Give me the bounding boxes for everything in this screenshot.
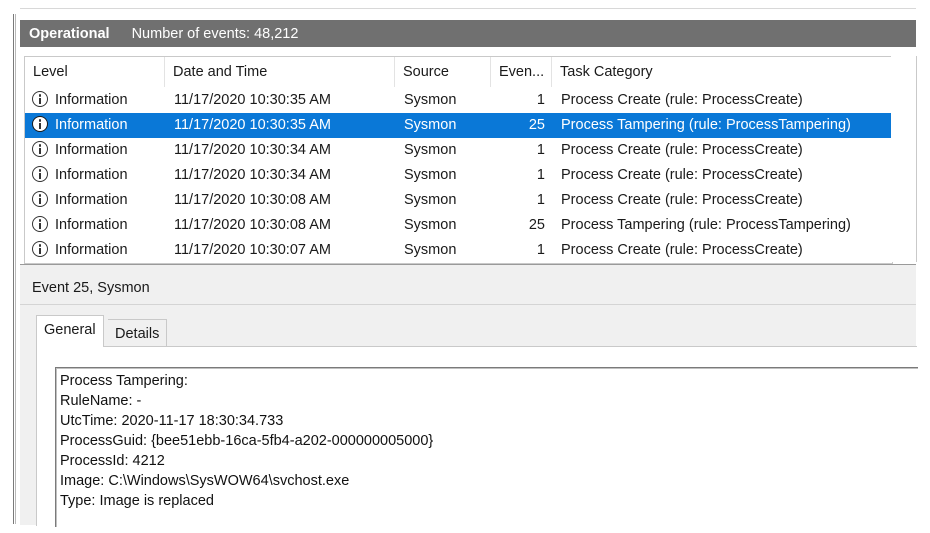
event-id-cell: 25 [528,217,545,233]
description-line: Process Tampering: [60,373,188,389]
date-time-cell: 11/17/2020 10:30:34 AM [174,142,331,158]
event-id-cell: 1 [536,92,545,108]
general-tab-panel: Process Tampering: RuleName: - UtcTime: … [36,346,918,527]
level-cell: Information [55,192,128,208]
table-row[interactable]: Information 11/17/2020 10:30:07 AM Sysmon 1… [25,238,892,263]
task-category-cell: Process Create (rule: ProcessCreate) [561,142,803,158]
column-header-source[interactable]: Source [395,57,491,87]
log-header-bar: Operational Number of events: 48,212 [20,20,916,47]
event-id-cell: 1 [536,192,545,208]
source-cell: Sysmon [404,117,457,133]
level-cell: Information [55,242,128,258]
column-header-event-id[interactable]: Even... [491,57,552,87]
description-line: RuleName: - [60,393,142,409]
level-cell: Information [55,167,128,183]
column-header-date-time[interactable]: Date and Time [165,57,395,87]
info-icon [32,116,48,132]
event-list[interactable]: Level Date and Time Source Even... Task … [24,56,893,264]
level-cell: Information [55,217,128,233]
description-line: Image: C:\Windows\SysWOW64\svchost.exe [60,473,350,489]
event-count: Number of events: 48,212 [131,25,299,42]
task-category-cell: Process Create (rule: ProcessCreate) [561,167,803,183]
date-time-cell: 11/17/2020 10:30:34 AM [174,167,331,183]
table-row[interactable]: Information 11/17/2020 10:30:35 AM Sysmon 2… [25,113,892,138]
date-time-cell: 11/17/2020 10:30:35 AM [174,92,331,108]
event-detail-body: General Details Process Tampering: RuleN… [20,305,918,527]
task-category-cell: Process Create (rule: ProcessCreate) [561,92,803,108]
task-category-cell: Process Tampering (rule: ProcessTamperin… [561,117,851,133]
source-cell: Sysmon [404,92,457,108]
event-id-cell: 1 [536,142,545,158]
left-frame-line [13,14,14,524]
date-time-cell: 11/17/2020 10:30:08 AM [174,217,331,233]
description-line: UtcTime: 2020-11-17 18:30:34.733 [60,413,284,429]
info-icon [32,166,48,182]
date-time-cell: 11/17/2020 10:30:35 AM [174,117,331,133]
table-row[interactable]: Information 11/17/2020 10:30:08 AM Sysmon 1… [25,188,892,213]
table-row[interactable]: Information 11/17/2020 10:30:35 AM Sysmon 1… [25,88,892,113]
event-id-cell: 1 [536,167,545,183]
task-category-cell: Process Create (rule: ProcessCreate) [561,242,803,258]
source-cell: Sysmon [404,192,457,208]
level-cell: Information [55,92,128,108]
tab-details[interactable]: Details [108,319,168,347]
task-category-cell: Process Tampering (rule: ProcessTamperin… [561,217,851,233]
info-icon [32,91,48,107]
tab-general[interactable]: General [36,315,104,347]
level-cell: Information [55,142,128,158]
top-strip [20,8,916,15]
event-id-cell: 25 [528,117,545,133]
date-time-cell: 11/17/2020 10:30:07 AM [174,242,331,258]
source-cell: Sysmon [404,242,457,258]
table-row[interactable]: Information 11/17/2020 10:30:08 AM Sysmon 2… [25,213,892,238]
event-description-textbox[interactable]: Process Tampering: RuleName: - UtcTime: … [55,367,918,527]
log-name: Operational [29,25,110,42]
list-empty-area [891,56,917,262]
table-row[interactable]: Information 11/17/2020 10:30:34 AM Sysmon 1… [25,138,892,163]
event-id-cell: 1 [536,242,545,258]
column-header-task-category[interactable]: Task Category [552,57,892,87]
description-line: ProcessId: 4212 [60,453,165,469]
description-line: Type: Image is replaced [60,493,214,509]
source-cell: Sysmon [404,217,457,233]
left-frame [7,14,16,524]
column-header-level[interactable]: Level [25,57,165,87]
info-icon [32,141,48,157]
table-row[interactable]: Information 11/17/2020 10:30:34 AM Sysmon 1… [25,163,892,188]
date-time-cell: 11/17/2020 10:30:08 AM [174,192,331,208]
info-icon [32,241,48,257]
task-category-cell: Process Create (rule: ProcessCreate) [561,192,803,208]
event-detail-header: Event 25, Sysmon [20,270,916,305]
description-line: ProcessGuid: {bee51ebb-16ca-5fb4-a202-00… [60,433,434,449]
event-detail-title: Event 25, Sysmon [32,280,150,296]
info-icon [32,191,48,207]
info-icon [32,216,48,232]
source-cell: Sysmon [404,167,457,183]
source-cell: Sysmon [404,142,457,158]
level-cell: Information [55,117,128,133]
